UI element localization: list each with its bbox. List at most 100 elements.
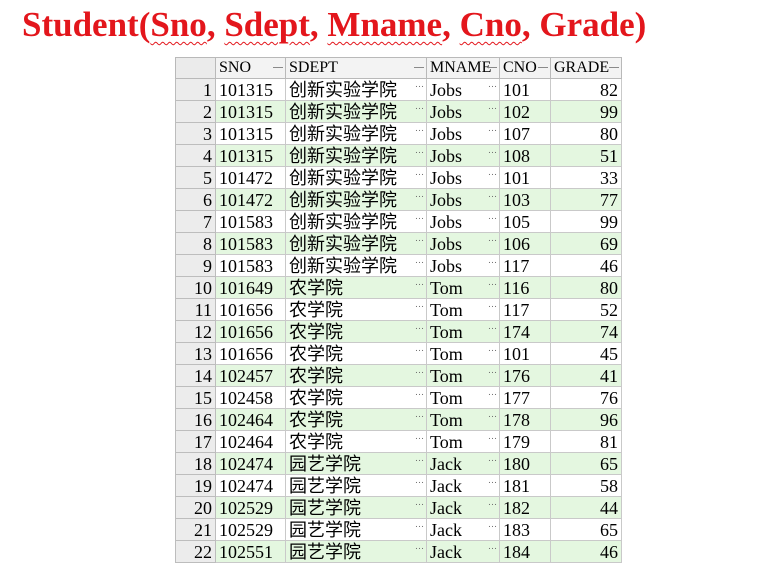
cell-sno[interactable]: 101656 [215,298,286,321]
cell-sno[interactable]: 101315 [215,78,286,101]
cell-sdept[interactable]: 创新实验学院… [285,100,427,123]
cell-grade[interactable]: 69 [550,232,622,255]
cell-sdept[interactable]: 农学院… [285,364,427,387]
cell-sno[interactable]: 101315 [215,144,286,167]
cell-cno[interactable]: 183 [499,518,551,541]
table-row[interactable]: 8 101583 创新实验学院 … Jobs … 106 69 [175,232,622,255]
cell-editor-ellipsis-icon[interactable]: … [415,190,424,200]
cell-editor-ellipsis-icon[interactable]: … [415,454,424,464]
cell-cno[interactable]: 179 [499,430,551,453]
cell-editor-ellipsis-icon[interactable]: … [415,234,424,244]
cell-sdept[interactable]: 创新实验学院… [285,122,427,145]
column-header-grade[interactable]: GRADE [550,57,622,79]
cell-sdept[interactable]: 创新实验学院… [285,166,427,189]
cell-editor-ellipsis-icon[interactable]: … [488,190,497,200]
table-row[interactable]: 5 101472 创新实验学院 … Jobs … 101 33 [175,166,622,189]
cell-grade[interactable]: 80 [550,276,622,299]
row-number[interactable]: 7 [175,210,216,233]
column-header-sno[interactable]: SNO [215,57,286,79]
cell-editor-ellipsis-icon[interactable]: … [415,410,424,420]
cell-grade[interactable]: 76 [550,386,622,409]
cell-grade[interactable]: 41 [550,364,622,387]
cell-cno[interactable]: 116 [499,276,551,299]
column-header-sdept[interactable]: SDEPT [285,57,427,79]
cell-sno[interactable]: 102457 [215,364,286,387]
table-row[interactable]: 21 102529 园艺学院 … Jack … 183 65 [175,518,622,541]
cell-editor-ellipsis-icon[interactable]: … [488,432,497,442]
cell-editor-ellipsis-icon[interactable]: … [415,146,424,156]
cell-cno[interactable]: 102 [499,100,551,123]
row-number[interactable]: 8 [175,232,216,255]
cell-editor-ellipsis-icon[interactable]: … [415,520,424,530]
cell-cno[interactable]: 101 [499,342,551,365]
cell-mname[interactable]: Jobs… [426,232,500,255]
cell-editor-ellipsis-icon[interactable]: … [415,476,424,486]
cell-grade[interactable]: 51 [550,144,622,167]
cell-sno[interactable]: 101315 [215,100,286,123]
cell-grade[interactable]: 99 [550,210,622,233]
cell-grade[interactable]: 45 [550,342,622,365]
cell-sdept[interactable]: 创新实验学院… [285,232,427,255]
cell-sdept[interactable]: 农学院… [285,386,427,409]
cell-cno[interactable]: 103 [499,188,551,211]
grid-corner[interactable] [175,57,216,79]
table-row[interactable]: 18 102474 园艺学院 … Jack … 180 65 [175,452,622,475]
table-row[interactable]: 19 102474 园艺学院 … Jack … 181 58 [175,474,622,497]
cell-editor-ellipsis-icon[interactable]: … [415,102,424,112]
cell-sdept[interactable]: 园艺学院… [285,474,427,497]
cell-sno[interactable]: 101583 [215,232,286,255]
cell-sno[interactable]: 102458 [215,386,286,409]
row-number[interactable]: 15 [175,386,216,409]
table-row[interactable]: 3 101315 创新实验学院 … Jobs … 107 80 [175,122,622,145]
cell-editor-ellipsis-icon[interactable]: … [415,124,424,134]
row-number[interactable]: 3 [175,122,216,145]
cell-sno[interactable]: 101583 [215,254,286,277]
cell-grade[interactable]: 74 [550,320,622,343]
cell-sno[interactable]: 102464 [215,430,286,453]
cell-cno[interactable]: 181 [499,474,551,497]
cell-editor-ellipsis-icon[interactable]: … [488,388,497,398]
cell-sdept[interactable]: 创新实验学院… [285,254,427,277]
cell-grade[interactable]: 46 [550,540,622,563]
cell-cno[interactable]: 108 [499,144,551,167]
table-row[interactable]: 4 101315 创新实验学院 … Jobs … 108 51 [175,144,622,167]
cell-sno[interactable]: 102529 [215,496,286,519]
cell-mname[interactable]: Tom… [426,408,500,431]
row-number[interactable]: 5 [175,166,216,189]
row-number[interactable]: 19 [175,474,216,497]
cell-sno[interactable]: 101583 [215,210,286,233]
table-row[interactable]: 2 101315 创新实验学院 … Jobs … 102 99 [175,100,622,123]
cell-sno[interactable]: 102474 [215,474,286,497]
cell-editor-ellipsis-icon[interactable]: … [415,432,424,442]
cell-mname[interactable]: Jobs… [426,122,500,145]
cell-sno[interactable]: 101315 [215,122,286,145]
cell-editor-ellipsis-icon[interactable]: … [415,498,424,508]
cell-grade[interactable]: 52 [550,298,622,321]
row-number[interactable]: 20 [175,496,216,519]
cell-grade[interactable]: 33 [550,166,622,189]
table-row[interactable]: 11 101656 农学院 … Tom … 117 52 [175,298,622,321]
cell-cno[interactable]: 106 [499,232,551,255]
cell-sdept[interactable]: 园艺学院… [285,496,427,519]
cell-grade[interactable]: 81 [550,430,622,453]
cell-editor-ellipsis-icon[interactable]: … [488,124,497,134]
cell-editor-ellipsis-icon[interactable]: … [488,256,497,266]
cell-editor-ellipsis-icon[interactable]: … [415,278,424,288]
row-number[interactable]: 14 [175,364,216,387]
cell-editor-ellipsis-icon[interactable]: … [488,410,497,420]
cell-editor-ellipsis-icon[interactable]: … [488,168,497,178]
cell-grade[interactable]: 80 [550,122,622,145]
cell-mname[interactable]: Jobs… [426,210,500,233]
cell-editor-ellipsis-icon[interactable]: … [415,388,424,398]
cell-editor-ellipsis-icon[interactable]: … [488,234,497,244]
column-resize-handle[interactable] [538,67,548,68]
column-resize-handle[interactable] [609,67,619,68]
row-number[interactable]: 11 [175,298,216,321]
cell-mname[interactable]: Tom… [426,386,500,409]
cell-grade[interactable]: 96 [550,408,622,431]
cell-editor-ellipsis-icon[interactable]: … [415,542,424,552]
cell-editor-ellipsis-icon[interactable]: … [488,278,497,288]
cell-mname[interactable]: Jack… [426,518,500,541]
cell-sdept[interactable]: 创新实验学院… [285,210,427,233]
cell-editor-ellipsis-icon[interactable]: … [488,300,497,310]
